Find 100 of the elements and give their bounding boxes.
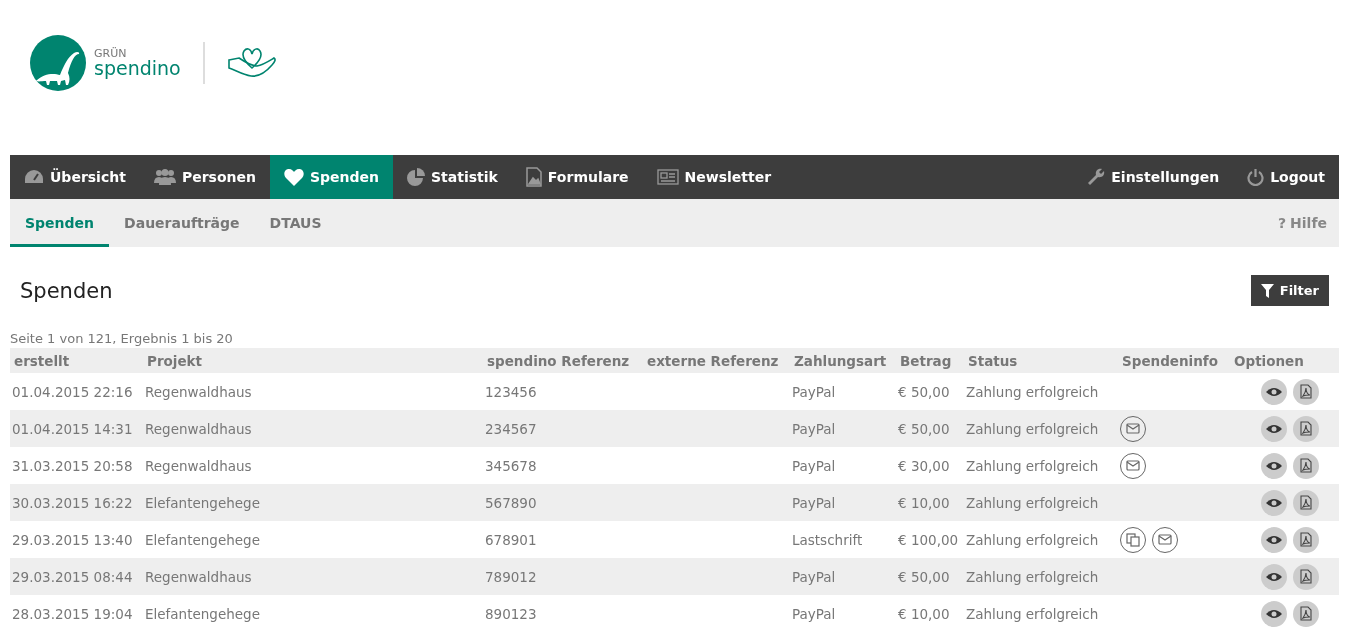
envelope-icon — [1158, 534, 1172, 545]
table-cell: 234567 — [485, 420, 537, 437]
table-cell: 678901 — [485, 531, 537, 548]
view-button[interactable] — [1261, 452, 1287, 479]
view-button[interactable] — [1261, 563, 1287, 590]
column-header: Optionen — [1234, 352, 1304, 369]
table-cell: 31.03.2015 20:58 — [12, 457, 133, 474]
pie-chart-icon — [407, 168, 425, 186]
people-icon — [153, 169, 176, 185]
eye-icon — [1266, 608, 1282, 619]
sub-tab[interactable]: Spenden — [10, 199, 110, 247]
eye-icon — [1266, 571, 1282, 582]
table-cell: € 30,00 — [898, 457, 950, 474]
table-cell: Zahlung erfolgreich — [966, 568, 1099, 585]
table-cell: 890123 — [485, 605, 537, 622]
logo-text: spendino — [94, 58, 181, 78]
table-cell: Regenwaldhaus — [145, 383, 252, 400]
view-button[interactable] — [1261, 489, 1287, 516]
eye-icon — [1266, 386, 1282, 397]
table-cell: PayPal — [792, 457, 836, 474]
wrench-icon — [1087, 168, 1106, 186]
table-cell: Zahlung erfolgreich — [966, 605, 1099, 622]
view-button[interactable] — [1261, 526, 1287, 553]
view-button[interactable] — [1261, 378, 1287, 405]
eye-icon — [1266, 460, 1282, 471]
column-header: Projekt — [147, 352, 203, 369]
view-button[interactable] — [1261, 600, 1287, 627]
table-cell: 28.03.2015 19:04 — [12, 605, 133, 622]
table-cell: € 50,00 — [898, 383, 950, 400]
table-cell: Zahlung erfolgreich — [966, 420, 1099, 437]
envelope-icon — [1126, 423, 1140, 434]
table-cell: € 100,00 — [898, 531, 959, 548]
nav-tab[interactable]: Personen — [139, 155, 270, 199]
filter-icon — [1260, 283, 1274, 298]
pdf-button[interactable] — [1293, 489, 1319, 516]
table-cell: PayPal — [792, 568, 836, 585]
pdf-file-icon — [1300, 421, 1312, 436]
copy-icon — [1126, 532, 1140, 547]
table-cell: Elefantengehege — [145, 605, 260, 622]
nav-tab[interactable]: Statistik — [393, 155, 512, 199]
pdf-file-icon — [1300, 569, 1312, 584]
power-icon — [1247, 168, 1265, 186]
table-cell: 30.03.2015 16:22 — [12, 494, 133, 511]
filter-button[interactable]: Filter — [1250, 275, 1329, 306]
pdf-file-icon — [1300, 532, 1312, 547]
table-cell: € 50,00 — [898, 420, 950, 437]
eye-icon — [1266, 497, 1282, 508]
page-title: Spenden — [20, 278, 113, 303]
table-cell: 01.04.2015 22:16 — [12, 383, 133, 400]
view-button[interactable] — [1261, 415, 1287, 442]
sub-tab[interactable]: DTAUS — [254, 199, 337, 247]
table-cell: Zahlung erfolgreich — [966, 383, 1099, 400]
table-cell: 29.03.2015 08:44 — [12, 568, 133, 585]
pdf-button[interactable] — [1293, 378, 1319, 405]
table-cell: PayPal — [792, 383, 836, 400]
table-cell: PayPal — [792, 494, 836, 511]
nav-tab[interactable]: Newsletter — [642, 155, 786, 199]
table-cell: 345678 — [485, 457, 537, 474]
eye-icon — [1266, 534, 1282, 545]
envelope-icon — [1126, 460, 1140, 471]
nav-tab[interactable]: Formulare — [511, 155, 643, 199]
pdf-file-icon — [1300, 458, 1312, 473]
table-cell: 123456 — [485, 383, 537, 400]
nav-tab[interactable]: Spenden — [269, 155, 393, 199]
table-cell: Regenwaldhaus — [145, 457, 252, 474]
table-cell: Zahlung erfolgreich — [966, 531, 1099, 548]
pdf-button[interactable] — [1293, 452, 1319, 479]
table-cell: € 10,00 — [898, 494, 950, 511]
pdf-button[interactable] — [1293, 415, 1319, 442]
column-header: Betrag — [900, 352, 952, 369]
pdf-file-icon — [1300, 495, 1312, 510]
gauge-icon — [24, 169, 44, 185]
table-cell: Elefantengehege — [145, 531, 260, 548]
column-header: Status — [968, 352, 1018, 369]
table-cell: 789012 — [485, 568, 537, 585]
table-cell: 567890 — [485, 494, 537, 511]
column-header: Spendeninfo — [1122, 352, 1218, 369]
pdf-button[interactable] — [1293, 600, 1319, 627]
heart-icon — [283, 168, 304, 186]
column-header: externe Referenz — [647, 352, 779, 369]
pdf-button[interactable] — [1293, 526, 1319, 553]
pdf-file-icon — [1300, 384, 1312, 399]
pdf-file-icon — [1300, 606, 1312, 621]
eye-icon — [1266, 423, 1282, 434]
pdf-button[interactable] — [1293, 563, 1319, 590]
nav-link[interactable]: Logout — [1233, 155, 1339, 199]
image-file-icon — [525, 167, 542, 187]
table-cell: Zahlung erfolgreich — [966, 494, 1099, 511]
table-cell: 29.03.2015 13:40 — [12, 531, 133, 548]
nav-tab[interactable]: Übersicht — [10, 155, 140, 199]
logo-text: GRÜN — [94, 47, 128, 59]
column-header: Zahlungsart — [794, 352, 887, 369]
column-header: spendino Referenz — [487, 352, 630, 369]
pagination-info: Seite 1 von 121, Ergebnis 1 bis 20 — [10, 330, 234, 348]
sub-tab[interactable]: Daueraufträge — [109, 199, 255, 247]
nav-link[interactable]: Einstellungen — [1073, 155, 1234, 199]
table-cell: 01.04.2015 14:31 — [12, 420, 133, 437]
newspaper-icon — [656, 169, 679, 185]
table-cell: € 50,00 — [898, 568, 950, 585]
table-cell: € 10,00 — [898, 605, 950, 622]
